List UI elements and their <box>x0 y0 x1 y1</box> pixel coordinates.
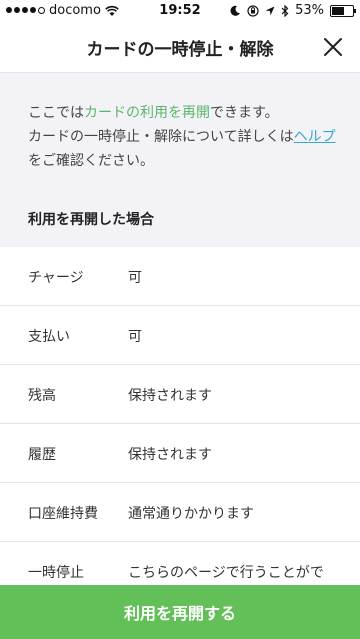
list-item: 口座維持費 通常通りかかります <box>0 483 360 542</box>
intro-text-part: カードの一時停止・解除について詳しくは <box>28 129 294 145</box>
item-value: 保持されます <box>128 388 212 404</box>
battery-percent: 53% <box>295 3 324 18</box>
item-value: 保持されます <box>128 447 212 463</box>
page-title: カードの一時停止・解除 <box>86 40 274 60</box>
status-bar: docomo 19:52 53% <box>0 0 360 22</box>
info-list: チャージ 可 支払い 可 残高 保持されます 履歴 保持されます 口座維持費 通… <box>0 247 360 601</box>
bluetooth-icon <box>281 4 289 17</box>
list-item: 残高 保持されます <box>0 365 360 424</box>
intro-line-2: カードの一時停止・解除について詳しくはヘルプをご確認ください。 <box>28 125 338 173</box>
location-arrow-icon <box>265 6 275 15</box>
battery-icon <box>330 4 356 17</box>
item-label: 口座維持費 <box>28 506 98 522</box>
carrier-name: docomo <box>49 3 101 18</box>
item-value: こちらのページで行うことがで <box>128 565 324 581</box>
intro-text: ここではカードの利用を再開できます。 カードの一時停止・解除について詳しくはヘル… <box>28 101 338 173</box>
list-item: チャージ 可 <box>0 247 360 306</box>
signal-strength-icon <box>6 7 45 14</box>
highlight-resume-card: カードの利用を再開 <box>84 105 210 121</box>
item-label: 残高 <box>28 388 56 404</box>
wifi-icon <box>105 5 119 16</box>
status-right: 53% <box>230 3 356 18</box>
help-link[interactable]: ヘルプ <box>294 129 336 145</box>
intro-line-1: ここではカードの利用を再開できます。 <box>28 101 338 125</box>
intro-section: ここではカードの利用を再開できます。 カードの一時停止・解除について詳しくはヘル… <box>0 73 360 247</box>
close-button[interactable] <box>320 34 346 60</box>
resume-use-button[interactable]: 利用を再開する <box>0 585 360 639</box>
status-left: docomo <box>6 3 119 18</box>
intro-text-part: できます。 <box>210 105 279 121</box>
section-header: 利用を再開した場合 <box>28 212 154 228</box>
close-icon <box>324 38 342 56</box>
item-value: 通常通りかかります <box>128 506 254 522</box>
rotation-lock-icon <box>247 4 259 17</box>
item-value: 可 <box>128 329 142 345</box>
list-item: 履歴 保持されます <box>0 424 360 483</box>
item-label: チャージ <box>28 270 84 286</box>
list-item: 支払い 可 <box>0 306 360 365</box>
item-label: 支払い <box>28 329 70 345</box>
item-value: 可 <box>128 270 142 286</box>
item-label: 履歴 <box>28 447 56 463</box>
item-label: 一時停止 <box>28 565 84 581</box>
moon-icon <box>230 5 241 16</box>
nav-bar: カードの一時停止・解除 <box>0 22 360 73</box>
intro-text-part: ここでは <box>28 105 84 121</box>
intro-text-part: をご確認ください。 <box>28 153 154 169</box>
